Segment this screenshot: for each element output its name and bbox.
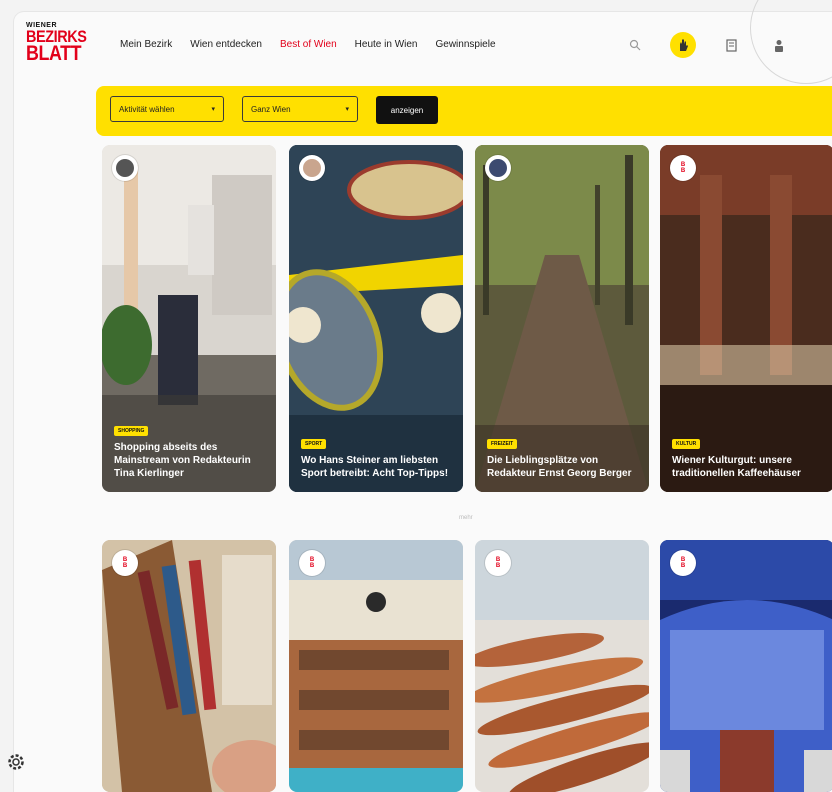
author-avatar	[485, 155, 511, 181]
card-image	[660, 540, 832, 792]
search-icon[interactable]	[622, 32, 648, 58]
publisher-logo: BB	[299, 550, 325, 576]
header-icons	[622, 32, 792, 58]
card-sport[interactable]: Sport Wo Hans Steiner am liebsten Sport …	[289, 145, 463, 492]
publisher-logo-mark: BB	[495, 557, 501, 569]
card-image	[289, 540, 463, 792]
chevron-down-icon: ▾	[345, 106, 349, 113]
publisher-logo: BB	[670, 155, 696, 181]
card-tag: Kultur	[672, 439, 701, 449]
card-caption: Freizeit Die Lieblingsplätze von Redakte…	[487, 432, 639, 480]
nav-wien-entdecken[interactable]: Wien entdecken	[190, 39, 262, 50]
card-market-hall[interactable]: BB	[660, 540, 832, 792]
card-image	[102, 540, 276, 792]
card-title: Wo Hans Steiner am liebsten Sport betrei…	[301, 455, 449, 479]
card-title: Shopping abseits des Mainstream von Reda…	[114, 442, 251, 479]
publisher-logo-mark: BB	[680, 162, 686, 174]
card-books[interactable]: BB	[102, 540, 276, 792]
site-logo[interactable]: WIENER BEZIRKS BLATT	[26, 22, 88, 72]
nav-gewinnspiele[interactable]: Gewinnspiele	[435, 39, 495, 50]
card-title: Wiener Kulturgut: unsere traditionellen …	[672, 455, 801, 479]
hand-icon[interactable]	[670, 32, 696, 58]
publisher-logo-mark: BB	[122, 557, 128, 569]
card-sausages[interactable]: BB	[475, 540, 649, 792]
card-title: Die Lieblingsplätze von Redakteur Ernst …	[487, 455, 632, 479]
card-tag: Shopping	[114, 426, 149, 436]
card-image	[475, 540, 649, 792]
area-select-value: Ganz Wien	[251, 104, 291, 114]
author-avatar	[299, 155, 325, 181]
site-header: WIENER BEZIRKS BLATT Mein Bezirk Wien en…	[14, 12, 832, 78]
nav-heute-in-wien[interactable]: Heute in Wien	[355, 39, 418, 50]
card-caption: Shopping Shopping abseits des Mainstream…	[114, 419, 266, 480]
card-caption: Sport Wo Hans Steiner am liebsten Sport …	[301, 432, 453, 480]
card-kultur[interactable]: BB Kultur Wiener Kulturgut: unsere tradi…	[660, 145, 832, 492]
publisher-logo: BB	[485, 550, 511, 576]
publisher-logo-mark: BB	[309, 557, 315, 569]
account-icon[interactable]	[766, 32, 792, 58]
nav-best-of-wien[interactable]: Best of Wien	[280, 39, 337, 50]
filter-bar: Aktivität wählen ▾ Ganz Wien ▾ anzeigen	[96, 86, 832, 136]
bookmark-icon[interactable]	[718, 32, 744, 58]
publisher-logo: BB	[112, 550, 138, 576]
browser-frame: WIENER BEZIRKS BLATT Mein Bezirk Wien en…	[14, 0, 832, 792]
card-caption: Kultur Wiener Kulturgut: unsere traditio…	[672, 432, 824, 480]
activity-select[interactable]: Aktivität wählen ▾	[110, 96, 224, 122]
chevron-down-icon: ▾	[211, 106, 215, 113]
card-freizeit[interactable]: Freizeit Die Lieblingsplätze von Redakte…	[475, 145, 649, 492]
main-nav: Mein Bezirk Wien entdecken Best of Wien …	[120, 39, 514, 50]
card-bath[interactable]: BB	[289, 540, 463, 792]
publisher-logo: BB	[670, 550, 696, 576]
nav-mein-bezirk[interactable]: Mein Bezirk	[120, 39, 172, 50]
card-tag: Sport	[301, 439, 327, 449]
area-select[interactable]: Ganz Wien ▾	[242, 96, 358, 122]
more-link[interactable]: mehr	[459, 515, 473, 521]
logo-line2: BLATT	[26, 42, 82, 65]
author-avatar	[112, 155, 138, 181]
activity-select-value: Aktivität wählen	[119, 104, 175, 114]
publisher-logo-mark: BB	[680, 557, 686, 569]
card-tag: Freizeit	[487, 439, 518, 449]
card-shopping[interactable]: Shopping Shopping abseits des Mainstream…	[102, 145, 276, 492]
gear-icon[interactable]	[6, 753, 26, 773]
show-button[interactable]: anzeigen	[376, 96, 438, 124]
